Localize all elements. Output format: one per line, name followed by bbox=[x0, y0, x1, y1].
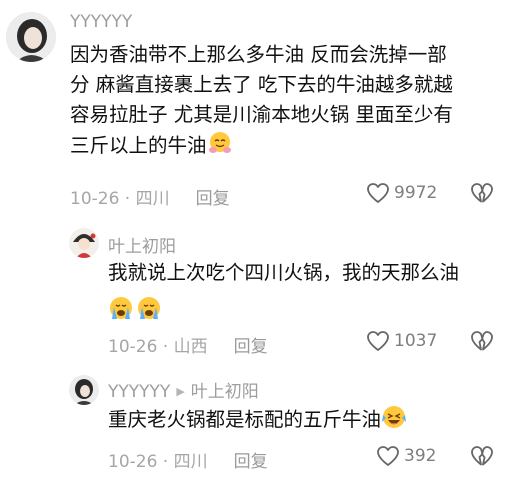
comment-line: 容易拉肚子 尤其是川渝本地火锅 里面至少有 bbox=[70, 103, 453, 126]
dislike-button[interactable] bbox=[470, 445, 494, 471]
avatar[interactable] bbox=[69, 375, 99, 405]
date-location: 10-26 · 山西 bbox=[108, 337, 208, 357]
avatar[interactable] bbox=[69, 228, 99, 258]
reply-button[interactable]: 回复 bbox=[234, 452, 268, 472]
comment-line: 重庆老火锅都是标配的五斤牛油 bbox=[108, 408, 382, 431]
like-count: 9972 bbox=[394, 183, 438, 203]
heart-icon bbox=[377, 446, 399, 466]
like-button[interactable]: 1037 bbox=[366, 330, 437, 352]
reply-button[interactable]: 回复 bbox=[234, 337, 268, 357]
comment-text: 重庆老火锅都是标配的五斤牛油 bbox=[108, 404, 508, 439]
broken-heart-icon bbox=[471, 446, 493, 466]
reply-arrow-icon: ▶ bbox=[176, 385, 185, 398]
broken-heart-icon bbox=[471, 183, 493, 203]
comment-meta: 10-26 · 四川 回复 bbox=[108, 447, 268, 472]
comment-1: YYYYYY 因为香油带不上那么多牛油 反而会洗掉一部 分 麻酱直接裹上去了 吃… bbox=[0, 0, 521, 215]
comment-meta: 10-26 · 山西 回复 bbox=[108, 332, 268, 357]
avatar[interactable] bbox=[6, 12, 56, 62]
hugging-face-emoji bbox=[207, 130, 233, 165]
like-count: 1037 bbox=[394, 331, 438, 351]
username[interactable]: 叶上初阳 bbox=[108, 232, 176, 257]
broken-heart-icon bbox=[471, 331, 493, 351]
comment-text: 我就说上次吃个四川火锅，我的天那么油 bbox=[108, 258, 508, 288]
comment-3: YYYYYY ▶ 叶上初阳 重庆老火锅都是标配的五斤牛油 10-26 · 四川 回复 … bbox=[0, 365, 521, 478]
like-count: 392 bbox=[404, 446, 437, 466]
like-button[interactable]: 392 bbox=[376, 445, 436, 467]
laughing-crying-emoji bbox=[381, 404, 407, 439]
dislike-button[interactable] bbox=[470, 182, 494, 208]
username[interactable]: YYYYYY bbox=[108, 382, 170, 402]
like-button[interactable]: 9972 bbox=[366, 182, 437, 204]
comment-meta: 10-26 · 四川 回复 bbox=[70, 184, 230, 209]
heart-icon bbox=[367, 183, 389, 203]
comment-2: 叶上初阳 我就说上次吃个四川火锅，我的天那么油 10-26 · 山西 回复 103 bbox=[0, 215, 521, 365]
dislike-button[interactable] bbox=[470, 330, 494, 356]
reply-to-username[interactable]: 叶上初阳 bbox=[191, 382, 259, 402]
comment-text: 因为香油带不上那么多牛油 反而会洗掉一部 分 麻酱直接裹上去了 吃下去的牛油越多… bbox=[70, 40, 510, 165]
reply-button[interactable]: 回复 bbox=[196, 189, 230, 209]
heart-icon bbox=[367, 331, 389, 351]
date-location: 10-26 · 四川 bbox=[70, 189, 170, 209]
comment-line: 分 麻酱直接裹上去了 吃下去的牛油越多就越 bbox=[70, 73, 453, 96]
username[interactable]: YYYYYY bbox=[70, 12, 132, 32]
comment-line: 三斤以上的牛油 bbox=[70, 134, 207, 157]
comment-line: 我就说上次吃个四川火锅，我的天那么油 bbox=[108, 261, 460, 284]
comment-line: 因为香油带不上那么多牛油 反而会洗掉一部 bbox=[70, 43, 447, 66]
username-thread: YYYYYY ▶ 叶上初阳 bbox=[108, 377, 259, 402]
crying-face-emoji bbox=[108, 295, 166, 325]
date-location: 10-26 · 四川 bbox=[108, 452, 208, 472]
